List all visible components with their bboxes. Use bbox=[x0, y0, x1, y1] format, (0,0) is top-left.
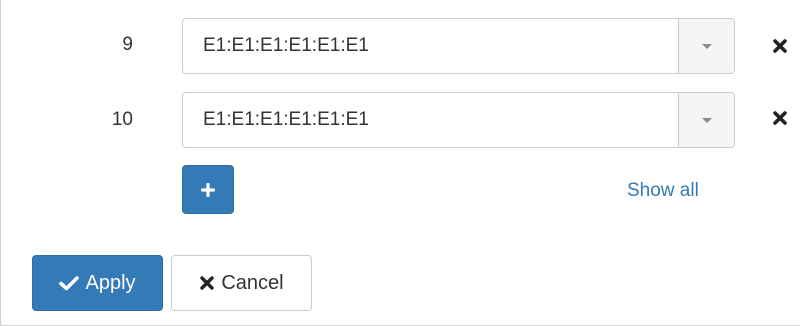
add-row-button[interactable] bbox=[182, 165, 234, 214]
apply-button[interactable]: Apply bbox=[32, 255, 163, 311]
cancel-label: Cancel bbox=[221, 271, 284, 294]
mac-input[interactable] bbox=[183, 19, 678, 73]
dropdown-toggle[interactable] bbox=[678, 93, 734, 147]
dropdown-toggle[interactable] bbox=[678, 19, 734, 73]
mac-combobox[interactable] bbox=[182, 92, 735, 148]
cancel-button[interactable]: Cancel bbox=[171, 255, 312, 311]
close-icon bbox=[199, 275, 215, 291]
show-all-link[interactable]: Show all bbox=[627, 180, 699, 202]
mac-input[interactable] bbox=[183, 93, 678, 147]
mac-combobox[interactable] bbox=[182, 18, 735, 74]
plus-icon bbox=[201, 182, 215, 197]
close-icon bbox=[773, 111, 787, 125]
form-panel: 9 10 Show all A bbox=[0, 0, 800, 326]
row-index-label: 10 bbox=[111, 109, 133, 130]
apply-label: Apply bbox=[85, 271, 136, 294]
check-icon bbox=[59, 275, 80, 291]
chevron-down-icon bbox=[701, 43, 712, 49]
chevron-down-icon bbox=[701, 117, 712, 123]
remove-row-button[interactable] bbox=[769, 107, 791, 129]
close-icon bbox=[773, 39, 787, 53]
row-index-label: 9 bbox=[122, 34, 133, 55]
remove-row-button[interactable] bbox=[769, 35, 791, 57]
